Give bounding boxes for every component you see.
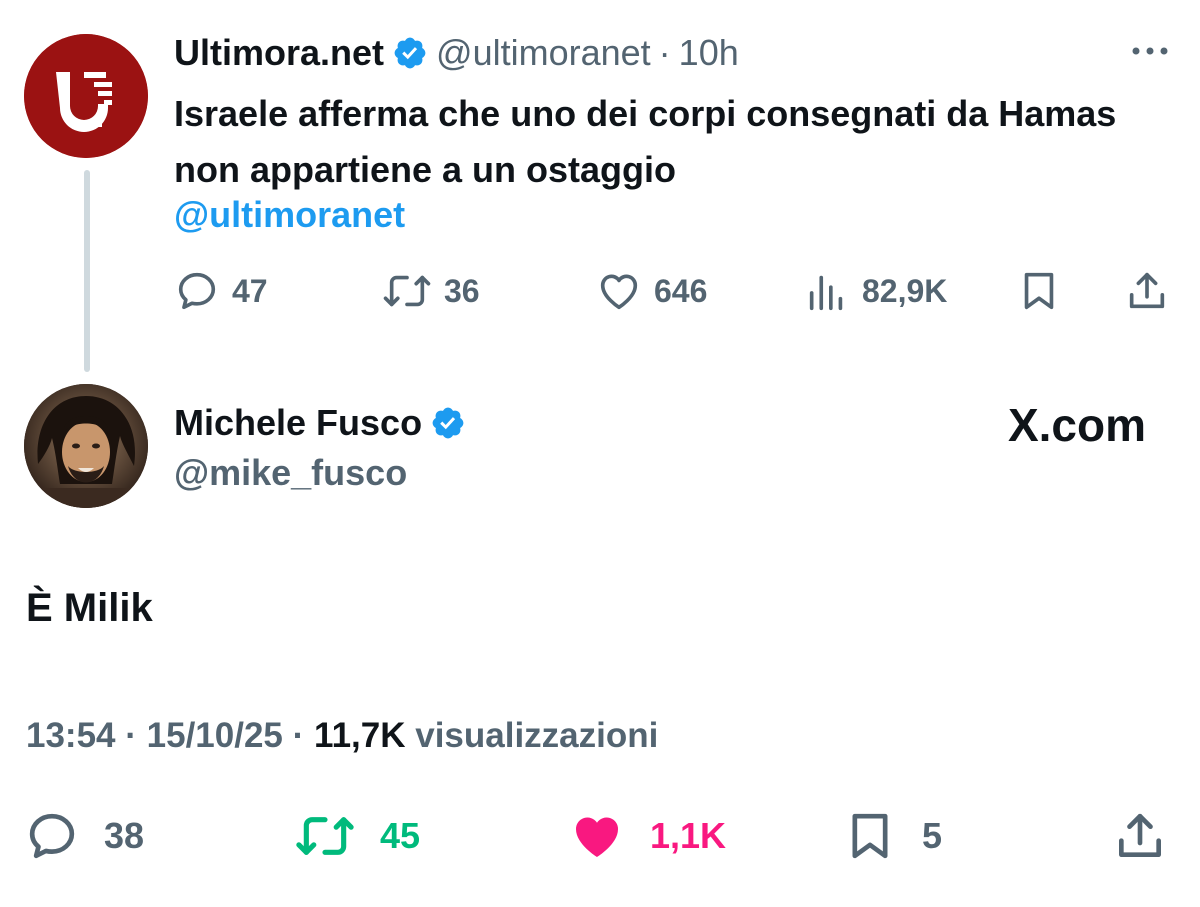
main-like-button[interactable]: 1,1K [568, 808, 726, 864]
parent-views-count: 82,9K [862, 272, 948, 309]
verified-badge-icon [432, 407, 464, 439]
main-share-button[interactable] [1112, 808, 1168, 864]
main-tweet-header: Michele Fusco [174, 400, 474, 446]
x-com-watermark: X.com [1007, 399, 1146, 451]
like-icon [600, 274, 638, 310]
dot-separator: · [292, 716, 305, 755]
parent-bookmark-button[interactable] [1016, 268, 1062, 314]
main-like-count: 1,1K [650, 815, 727, 856]
more-icon[interactable] [1126, 36, 1174, 66]
parent-reply-button[interactable]: 47 [174, 268, 268, 314]
ultimora-logo-icon [24, 34, 148, 158]
tweet-date[interactable]: 15/10/25 [147, 716, 283, 755]
bookmark-icon [852, 813, 888, 859]
tweet-time[interactable]: 13:54 [26, 716, 116, 755]
like-icon [575, 817, 619, 857]
views-label: visualizzazioni [415, 716, 659, 755]
main-bookmark-count: 5 [922, 815, 943, 856]
reply-icon [178, 272, 216, 310]
repost-icon [296, 817, 354, 855]
parent-tweet-text: Israele afferma che uno dei corpi conseg… [174, 93, 1117, 190]
tweet-meta: 13:54 · 15/10/25 · 11,7K visualizzazioni [26, 716, 658, 756]
parent-repost-button[interactable]: 36 [382, 268, 480, 314]
parent-reply-count: 47 [232, 272, 268, 309]
dot-separator: · [125, 716, 137, 755]
dot-separator: · [658, 32, 671, 73]
verified-badge-icon [394, 37, 426, 69]
main-repost-count: 45 [380, 815, 421, 856]
parent-author-name[interactable]: Ultimora.net [174, 32, 384, 74]
michele-fusco-avatar[interactable] [24, 384, 148, 508]
parent-views-button[interactable]: 82,9K [804, 268, 947, 314]
share-icon [1119, 813, 1161, 857]
main-bookmark-button[interactable]: 5 [842, 808, 942, 864]
share-icon [1129, 272, 1165, 309]
repost-icon [383, 275, 431, 307]
main-reply-count: 38 [104, 815, 145, 856]
parent-mention-link[interactable]: @ultimoranet [174, 194, 405, 236]
parent-tweet-header: Ultimora.net @ultimoranet · 10h [174, 30, 739, 76]
main-tweet-text: È Milik [26, 586, 153, 630]
main-repost-button[interactable]: 45 [294, 808, 420, 864]
parent-like-count: 646 [654, 272, 708, 309]
bookmark-icon [1024, 272, 1054, 310]
parent-handle[interactable]: @ultimoranet [436, 32, 651, 74]
views-icon [809, 275, 843, 311]
parent-time[interactable]: 10h [679, 32, 739, 74]
thread-connector-line [84, 170, 90, 372]
profile-photo [24, 384, 148, 508]
ultimora-avatar[interactable] [24, 34, 148, 158]
views-count: 11,7K [314, 716, 406, 755]
main-author-name[interactable]: Michele Fusco [174, 402, 422, 444]
reply-icon [29, 813, 75, 859]
main-reply-button[interactable]: 38 [24, 808, 144, 864]
parent-repost-count: 36 [444, 272, 480, 309]
main-handle[interactable]: @mike_fusco [174, 452, 407, 494]
parent-share-button[interactable] [1124, 268, 1170, 314]
parent-like-button[interactable]: 646 [596, 268, 707, 314]
